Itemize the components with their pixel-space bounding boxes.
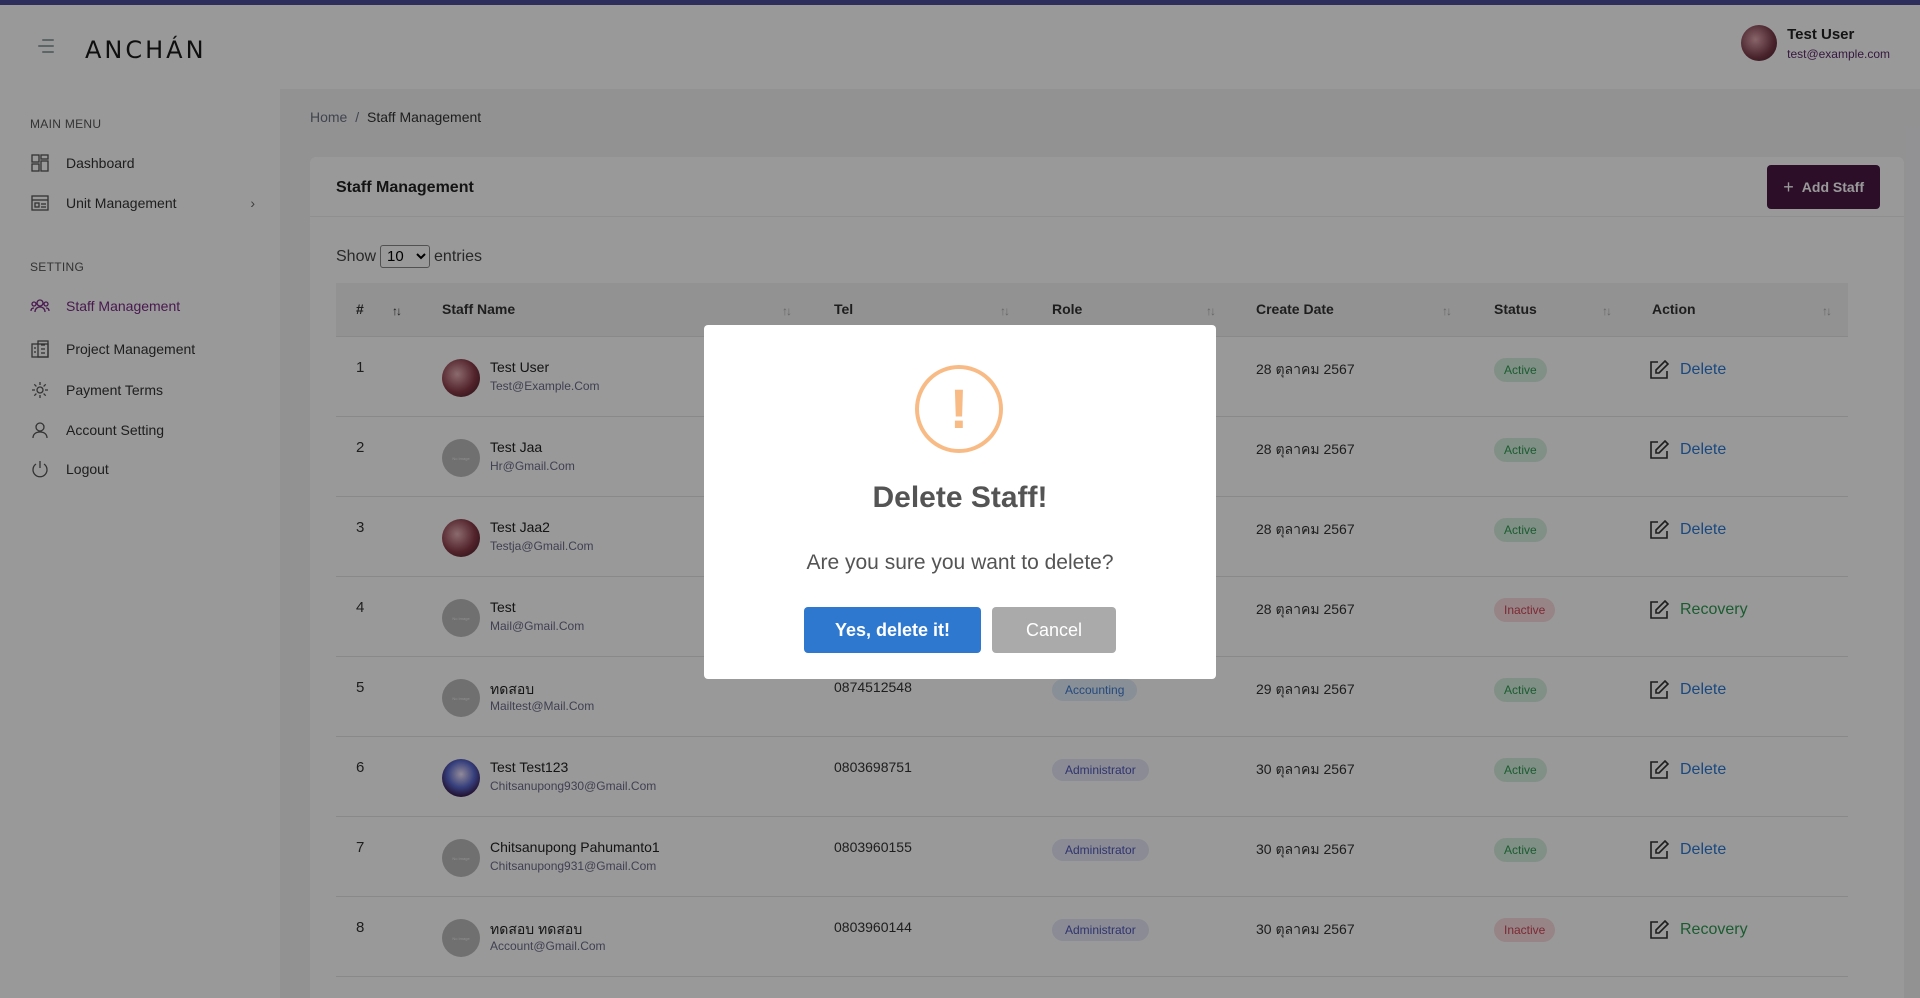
warning-icon: !: [915, 365, 1003, 453]
confirm-delete-button[interactable]: Yes, delete it!: [804, 607, 981, 653]
dialog-title: Delete Staff!: [872, 481, 1048, 514]
dialog-message: Are you sure you want to delete?: [806, 551, 1114, 574]
delete-confirm-dialog: ! Delete Staff! Are you sure you want to…: [704, 325, 1216, 679]
cancel-button[interactable]: Cancel: [992, 607, 1116, 653]
